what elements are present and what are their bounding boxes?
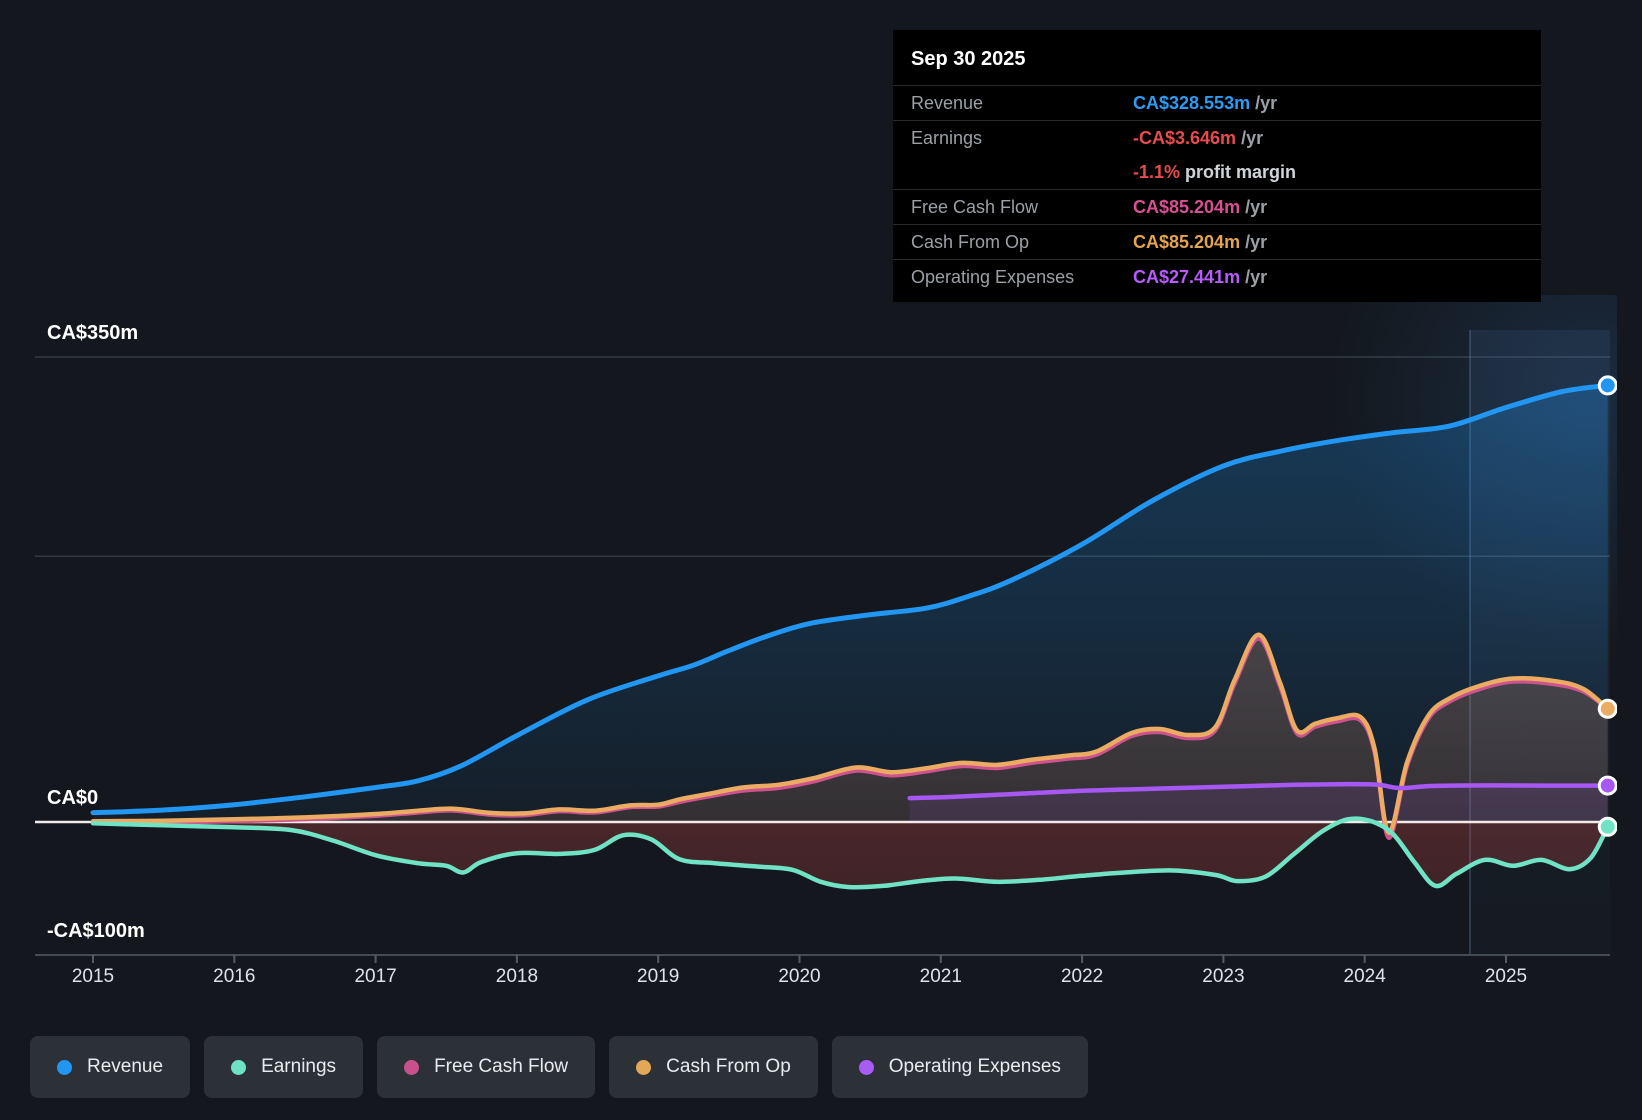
end-marker-cash-from-op[interactable] [1597,698,1617,719]
x-axis-label-2023: 2023 [1202,966,1244,987]
free-cash-flow-legend-dot-icon [404,1059,420,1075]
y-axis-label-0m: CA$0 [47,787,98,809]
cash-from-op-value: CA$85.204m [1133,231,1241,252]
cash-from-op-legend-dot-icon [636,1059,652,1075]
earnings-legend-dot-icon [231,1059,247,1075]
operating-expenses-value: CA$27.441m [1133,266,1241,287]
end-marker-operating-expenses[interactable] [1597,775,1617,796]
legend-label: Operating Expenses [888,1056,1061,1077]
legend-item-cash-from-op[interactable]: Cash From Op [609,1036,818,1098]
chart-legend: Revenue Earnings Free Cash Flow Cash Fro… [30,1036,1088,1098]
chart-tooltip: Sep 30 2025 Revenue CA$328.553m /yr Earn… [893,30,1541,302]
tooltip-date: Sep 30 2025 [911,48,1026,70]
x-axis-label-2025: 2025 [1485,966,1527,987]
legend-label: Revenue [87,1056,164,1077]
x-axis-label-2015: 2015 [72,966,114,987]
x-axis-label-2022: 2022 [1061,966,1103,987]
end-marker-earnings[interactable] [1597,816,1617,837]
x-axis-label-2016: 2016 [213,966,255,987]
x-axis-label-2017: 2017 [354,966,396,987]
earnings-value: -CA$3.646m [1133,127,1237,148]
financial-history-chart-page: 2015 2016 2017 2018 2019 2020 2021 2022 2023 2024… [0,0,1642,1120]
revenue-value: CA$328.553m [1133,92,1251,113]
legend-label: Cash From Op [666,1056,791,1077]
y-axis-label--100m: -CA$100m [47,920,145,942]
y-axis-label-350m: CA$350m [47,322,138,344]
legend-item-operating-expenses[interactable]: Operating Expenses [831,1036,1088,1098]
revenue-legend-dot-icon [57,1059,72,1075]
tooltip-row-earnings: Earnings -CA$3.646m /yr [893,120,1541,155]
free-cash-flow-value: CA$85.204m [1133,196,1241,217]
tooltip-row-operating-expenses: Operating Expenses CA$27.441m /yr [893,259,1541,294]
tooltip-row-free-cash-flow: Free Cash Flow CA$85.204m /yr [893,189,1541,224]
x-axis-label-2019: 2019 [637,966,679,987]
profit-margin-value: -1.1% [1133,161,1181,182]
area-fill-revenue [93,385,1608,822]
legend-label: Earnings [261,1056,337,1077]
tooltip-row-profit-margin: -1.1% profit margin [1133,161,1297,182]
tooltip-row-revenue: Revenue CA$328.553m /yr [893,85,1541,120]
operating-expenses-legend-dot-icon [858,1059,874,1075]
x-axis-label-2018: 2018 [496,966,538,987]
x-axis-label-2021: 2021 [920,966,962,987]
legend-item-earnings[interactable]: Earnings [204,1036,364,1098]
x-axis-label-2024: 2024 [1344,966,1387,987]
x-axis-label-2020: 2020 [778,966,820,987]
legend-label: Free Cash Flow [434,1056,569,1077]
end-marker-revenue[interactable] [1597,375,1617,396]
legend-item-free-cash-flow[interactable]: Free Cash Flow [377,1036,596,1098]
legend-item-revenue[interactable]: Revenue [30,1036,191,1098]
tooltip-row-cash-from-op: Cash From Op CA$85.204m /yr [893,224,1541,259]
area-fill-earnings [93,818,1608,888]
